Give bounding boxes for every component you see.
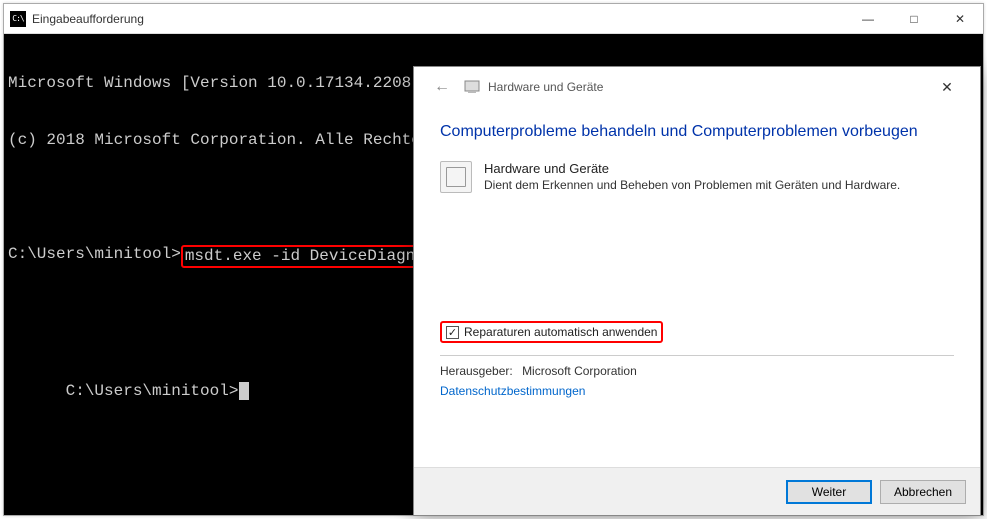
cmd-cursor	[239, 382, 249, 400]
cmd-app-icon: C:\	[10, 11, 26, 27]
troubleshooter-title: Hardware und Geräte	[488, 80, 603, 94]
cmd-prompt-prefix: C:\Users\minitool>	[8, 245, 181, 268]
privacy-link[interactable]: Datenschutzbestimmungen	[440, 384, 585, 398]
cmd-close-button[interactable]: ✕	[937, 4, 983, 34]
section-title: Hardware und Geräte	[484, 161, 900, 176]
cancel-button[interactable]: Abbrechen	[880, 480, 966, 504]
publisher-label: Herausgeber:	[440, 364, 513, 378]
troubleshooter-headline: Computerprobleme behandeln und Computerp…	[440, 123, 954, 141]
cmd-maximize-button[interactable]: □	[891, 4, 937, 34]
back-button[interactable]: ←	[430, 75, 454, 99]
troubleshooter-footer: Weiter Abbrechen	[414, 467, 980, 515]
next-button[interactable]: Weiter	[786, 480, 872, 504]
hardware-icon	[440, 161, 472, 193]
cmd-titlebar: C:\ Eingabeaufforderung — □ ✕	[4, 4, 983, 34]
section-description: Dient dem Erkennen und Beheben von Probl…	[484, 178, 900, 192]
publisher-value: Microsoft Corporation	[522, 364, 637, 378]
auto-repair-label: Reparaturen automatisch anwenden	[464, 325, 657, 339]
auto-repair-checkbox[interactable]: ✓	[446, 326, 459, 339]
cmd-prompt-prefix: C:\Users\minitool>	[66, 382, 239, 400]
divider	[440, 355, 954, 356]
troubleshooter-section: Hardware und Geräte Dient dem Erkennen u…	[440, 161, 954, 193]
cmd-window-title: Eingabeaufforderung	[32, 12, 845, 26]
auto-repair-checkbox-wrap[interactable]: ✓ Reparaturen automatisch anwenden	[440, 321, 663, 343]
publisher-row: Herausgeber: Microsoft Corporation	[440, 364, 954, 378]
cmd-minimize-button[interactable]: —	[845, 4, 891, 34]
troubleshooter-close-button[interactable]: ✕	[924, 72, 970, 102]
troubleshooter-window: ← Hardware und Geräte ✕ Computerprobleme…	[413, 66, 981, 516]
troubleshooter-titlebar: ← Hardware und Geräte ✕	[414, 67, 980, 107]
troubleshooter-icon	[464, 79, 480, 95]
